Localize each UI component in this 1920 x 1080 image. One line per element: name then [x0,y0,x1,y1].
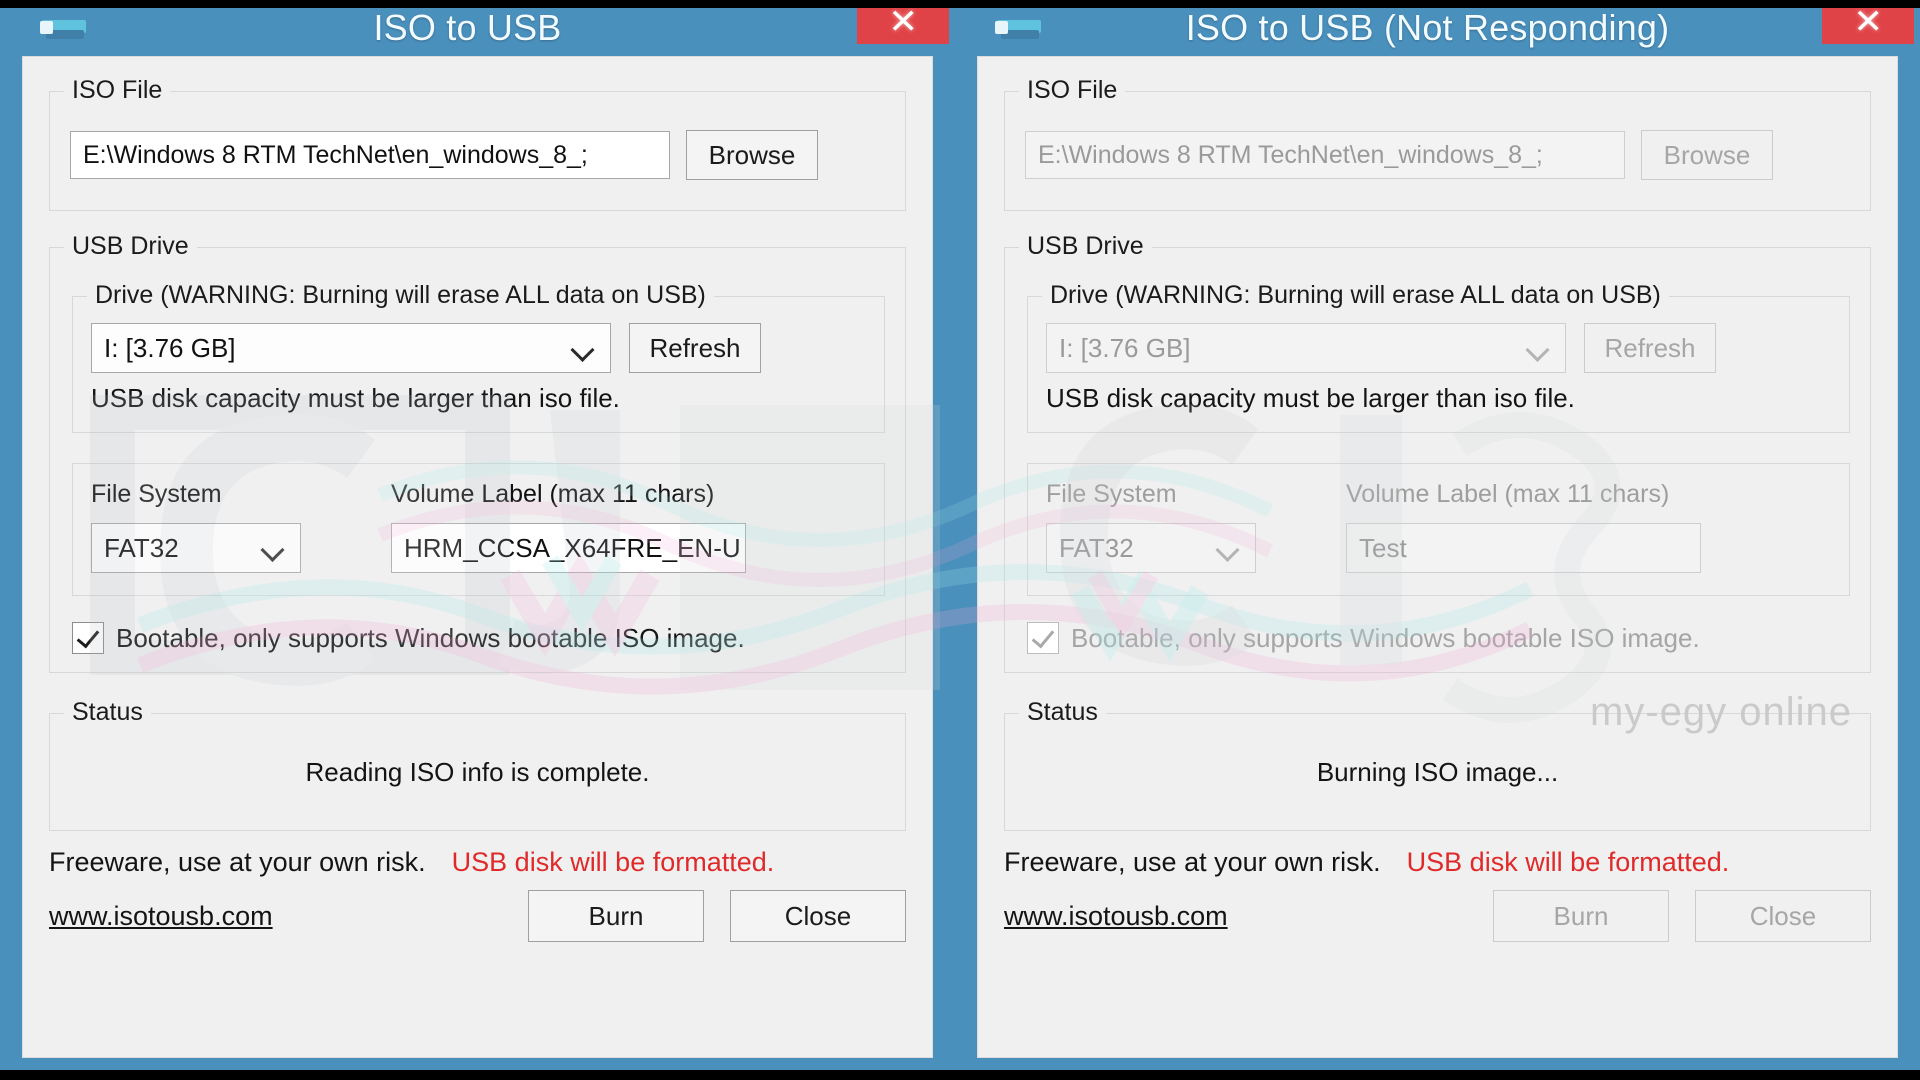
status-message: Burning ISO image... [1316,756,1559,787]
window-iso-to-usb-not-responding: ISO to USB (Not Responding) ✕ ISO File E… [955,0,1920,1080]
client-area-left: ISO File E:\Windows 8 RTM TechNet\en_win… [22,56,933,1058]
freeware-notice: Freeware, use at your own risk. [1004,847,1381,877]
bootable-label: Bootable, only supports Windows bootable… [1071,622,1700,653]
window-iso-to-usb-active: ISO to USB ✕ ISO File E:\Windows 8 RTM T… [0,0,955,1080]
volume-label-input: Test [1346,523,1701,573]
browse-button[interactable]: Browse [686,130,818,180]
status-legend: Status [64,698,151,727]
drive-warning-legend: Drive (WARNING: Burning will erase ALL d… [87,281,714,310]
capacity-hint: USB disk capacity must be larger than is… [1046,383,1575,413]
window-title: ISO to USB (Not Responding) [1185,7,1670,48]
drive-select[interactable]: I: [3.76 GB] [91,323,611,373]
burn-button: Burn [1493,890,1669,942]
volume-label-label: Volume Label (max 11 chars) [1346,480,1670,508]
file-system-value: FAT32 [1059,532,1134,563]
file-system-label: File System [1046,480,1177,508]
website-link[interactable]: www.isotousb.com [49,901,273,932]
iso-file-legend: ISO File [1019,76,1126,105]
format-warning: USB disk will be formatted. [451,847,775,877]
volume-label-input[interactable]: HRM_CCSA_X64FRE_EN-U [391,523,746,573]
close-icon: ✕ [1853,3,1883,41]
iso-file-group: ISO File E:\Windows 8 RTM TechNet\en_win… [49,76,906,211]
chevron-down-icon [1529,342,1551,355]
capacity-hint: USB disk capacity must be larger than is… [91,383,620,413]
volume-label-label: Volume Label (max 11 chars) [391,480,715,508]
drive-subgroup: Drive (WARNING: Burning will erase ALL d… [72,281,885,433]
file-system-select[interactable]: FAT32 [91,523,301,573]
footer-right: Freeware, use at your own risk. USB disk… [1004,847,1871,942]
bootable-checkbox[interactable] [72,622,104,654]
format-subgroup: File System FAT32 Volume Label (max 11 c… [72,463,885,596]
browse-button: Browse [1641,130,1773,180]
bootable-checkbox [1027,622,1059,654]
iso-path-input[interactable]: E:\Windows 8 RTM TechNet\en_windows_8_; [70,131,670,179]
refresh-button: Refresh [1584,323,1716,373]
status-legend: Status [1019,698,1106,727]
file-system-label: File System [91,480,222,508]
footer-left: Freeware, use at your own risk. USB disk… [49,847,906,942]
titlebar-left[interactable]: ISO to USB ✕ [0,0,955,56]
drive-select-value: I: [3.76 GB] [1059,332,1191,363]
chevron-down-icon [574,342,596,355]
status-group: Status Reading ISO info is complete. [49,698,906,831]
usb-drive-icon [32,16,90,42]
titlebar-right[interactable]: ISO to USB (Not Responding) ✕ [955,0,1920,56]
status-message: Reading ISO info is complete. [305,756,650,787]
bootable-label: Bootable, only supports Windows bootable… [116,622,745,653]
window-title: ISO to USB [373,7,562,48]
bottom-letterbox [0,1070,1920,1080]
close-button: Close [1695,890,1871,942]
file-system-select: FAT32 [1046,523,1256,573]
usb-drive-group: USB Drive Drive (WARNING: Burning will e… [1004,232,1871,673]
chevron-down-icon [264,542,286,555]
usb-drive-legend: USB Drive [64,232,197,261]
website-link[interactable]: www.isotousb.com [1004,901,1228,932]
usb-drive-legend: USB Drive [1019,232,1152,261]
usb-drive-group: USB Drive Drive (WARNING: Burning will e… [49,232,906,673]
refresh-button[interactable]: Refresh [629,323,761,373]
drive-warning-legend: Drive (WARNING: Burning will erase ALL d… [1042,281,1669,310]
chevron-down-icon [1219,542,1241,555]
freeware-notice: Freeware, use at your own risk. [49,847,426,877]
iso-file-group: ISO File E:\Windows 8 RTM TechNet\en_win… [1004,76,1871,211]
iso-path-input: E:\Windows 8 RTM TechNet\en_windows_8_; [1025,131,1625,179]
bootable-checkbox-row: Bootable, only supports Windows bootable… [1027,622,1850,654]
burn-button[interactable]: Burn [528,890,704,942]
drive-select-value: I: [3.76 GB] [104,332,236,363]
bootable-checkbox-row[interactable]: Bootable, only supports Windows bootable… [72,622,885,654]
file-system-value: FAT32 [104,532,179,563]
format-warning: USB disk will be formatted. [1406,847,1730,877]
client-area-right: ISO File E:\Windows 8 RTM TechNet\en_win… [977,56,1898,1058]
drive-subgroup: Drive (WARNING: Burning will erase ALL d… [1027,281,1850,433]
usb-drive-icon [987,16,1045,42]
close-button[interactable]: Close [730,890,906,942]
screen: ISO to USB ✕ ISO File E:\Windows 8 RTM T… [0,0,1920,1080]
close-icon: ✕ [888,3,918,41]
drive-select: I: [3.76 GB] [1046,323,1566,373]
top-letterbox [0,0,1920,8]
iso-file-legend: ISO File [64,76,171,105]
status-group: Status Burning ISO image... [1004,698,1871,831]
format-subgroup: File System FAT32 Volume Label (max 11 c… [1027,463,1850,596]
